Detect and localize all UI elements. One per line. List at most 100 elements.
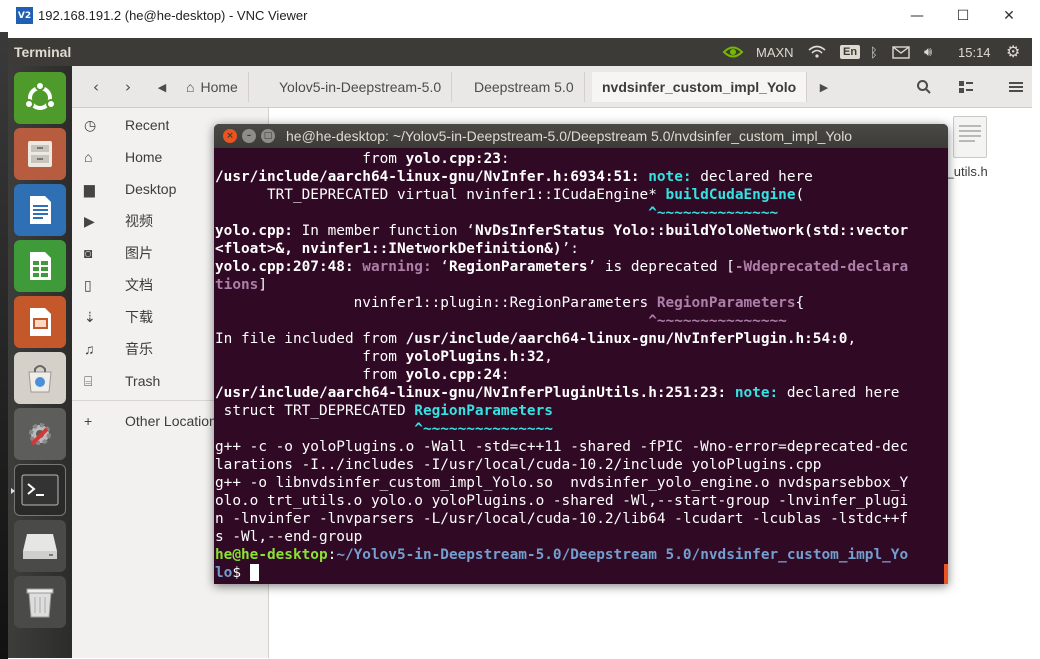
terminal-text: yolo.cpp: [215, 223, 293, 239]
file-icon[interactable] [953, 116, 987, 158]
power-mode-indicator[interactable]: MAXN [756, 38, 794, 66]
settings-icon [29, 423, 51, 446]
terminal-text: NvDsInferStatus Yolo::buildYoloNetwork(s… [474, 223, 909, 239]
running-indicator [11, 488, 16, 494]
terminal-text: ^~~~~~~~~~~~~~~ [648, 205, 779, 221]
terminal-text: from [215, 349, 406, 365]
terminal-text: yolo.cpp:207:48: [215, 259, 354, 275]
terminal-scrollbar[interactable] [944, 564, 948, 584]
hamburger-menu-icon [1009, 82, 1023, 92]
terminal-minimize-button[interactable]: – [242, 129, 256, 143]
spreadsheet-icon [30, 252, 51, 280]
chevron-right-icon: › [125, 78, 131, 96]
menu-button[interactable] [1002, 74, 1030, 100]
download-icon: ⇣ [84, 308, 96, 325]
terminal-line: nvinfer1::plugin::RegionParameters Regio… [215, 294, 943, 312]
home-icon: ⌂ [84, 149, 93, 165]
terminal-text: ~/Yolov5-in-Deepstream-5.0/Deepstream 5.… [336, 547, 909, 563]
minimize-button[interactable]: — [894, 0, 940, 32]
launcher-trash[interactable] [14, 576, 66, 628]
document-icon: ▯ [84, 276, 92, 293]
top-panel: Terminal MAXN En ᛒ 🔊︎ 15:14 ⚙ [8, 38, 1032, 66]
terminal-line: s -Wl,--end-group [215, 528, 943, 546]
launcher-impress[interactable] [14, 296, 66, 348]
breadcrumb-deepstream[interactable]: Deepstream 5.0 [464, 72, 585, 102]
terminal-text: struct TRT_DEPRECATED [215, 403, 415, 419]
terminal-line: struct TRT_DEPRECATED RegionParameters [215, 402, 943, 420]
terminal-text: from [215, 367, 406, 383]
terminal-text: RegionParameters [656, 295, 796, 311]
breadcrumb-current[interactable]: nvdsinfer_custom_impl_Yolo [592, 72, 808, 102]
terminal-text: { [795, 295, 805, 311]
vnc-window-title: 192.168.191.2 (he@he-desktop) - VNC View… [38, 8, 308, 23]
view-toggle-button[interactable] [952, 74, 980, 100]
terminal-text: RegionParameters [448, 259, 588, 275]
vnc-viewer-window: V2 192.168.191.2 (he@he-desktop) - VNC V… [0, 0, 1040, 659]
terminal-text: TRT_DEPRECATED virtual nvinfer1::ICudaEn… [215, 187, 666, 203]
launcher-dash[interactable] [14, 72, 66, 124]
home-icon: ⌂ [186, 79, 195, 95]
nvidia-icon [722, 46, 744, 58]
breadcrumb-home[interactable]: ⌂ Home [176, 72, 249, 102]
bluetooth-indicator[interactable]: ᛒ [870, 38, 878, 66]
terminal-line: yolo.cpp:207:48: warning: ‘RegionParamet… [215, 258, 943, 276]
volume-indicator[interactable]: 🔊︎ [924, 38, 932, 66]
terminal-text: g++ -c -o yoloPlugins.o -Wall -std=c++11… [215, 439, 909, 455]
nvidia-indicator[interactable] [722, 38, 744, 66]
text-file-icon [959, 125, 981, 142]
launcher-settings[interactable] [14, 408, 66, 460]
terminal-maximize-button[interactable]: □ [261, 129, 275, 143]
terminal-text: $ [232, 565, 250, 581]
recent-icon: ◷ [84, 116, 97, 133]
launcher-writer[interactable] [14, 184, 66, 236]
forward-button[interactable]: › [114, 74, 142, 100]
breadcrumb-yolov5[interactable]: Yolov5-in-Deepstream-5.0 [269, 72, 453, 102]
terminal-text: ^~~~~~~~~~~~~~~~ [414, 421, 553, 437]
document-writer-icon [30, 196, 51, 224]
keyboard-layout-indicator[interactable]: En [840, 38, 861, 66]
launcher-drive[interactable] [14, 520, 66, 572]
launcher-files[interactable] [14, 128, 66, 180]
clock[interactable]: 15:14 [958, 38, 991, 66]
system-menu[interactable]: ⚙ [1006, 38, 1020, 66]
terminal-line: from yolo.cpp:24: [215, 366, 943, 384]
terminal-line: ^~~~~~~~~~~~~~~ [215, 204, 943, 222]
mail-indicator[interactable] [892, 38, 910, 66]
terminal-text: In file included from [215, 331, 406, 347]
terminal-close-button[interactable]: × [223, 129, 237, 143]
launcher-calc[interactable] [14, 240, 66, 292]
music-icon: ♫ [84, 341, 95, 357]
terminal-text: note: [734, 385, 779, 401]
back-button[interactable]: ‹ [82, 74, 110, 100]
maximize-button[interactable]: ☐ [940, 0, 986, 32]
terminal-text: declared here [778, 385, 900, 401]
close-button[interactable]: ✕ [986, 0, 1032, 32]
terminal-text: yolo.cpp:23 [405, 151, 501, 167]
search-button[interactable] [910, 74, 938, 100]
language-icon: En [840, 45, 861, 59]
terminal-window[interactable]: × – □ he@he-desktop: ~/Yolov5-in-Deepstr… [214, 124, 948, 584]
terminal-output[interactable]: from yolo.cpp:23:/usr/include/aarch64-li… [215, 150, 943, 582]
terminal-line: from yolo.cpp:23: [215, 150, 943, 168]
chevron-left-icon: ‹ [93, 78, 99, 96]
launcher [8, 66, 72, 658]
terminal-line: n -lnvinfer -lnvparsers -L/usr/local/cud… [215, 510, 943, 528]
minimize-icon: — [910, 8, 924, 24]
close-icon: ✕ [1003, 8, 1015, 24]
launcher-terminal[interactable] [11, 464, 66, 516]
terminal-text: g++ -o libnvdsinfer_custom_impl_Yolo.so … [215, 475, 909, 491]
terminal-line: lo$ [215, 564, 943, 582]
sidebar-item-label: 文档 [125, 277, 153, 293]
remote-desktop[interactable]: Terminal MAXN En ᛒ 🔊︎ 15:14 ⚙ ‹ › ◀ ⌂ Ho… [8, 38, 1032, 658]
volume-icon: 🔊︎ [924, 44, 933, 59]
sidebar-item-label: 图片 [125, 245, 153, 261]
wifi-indicator[interactable] [808, 38, 826, 66]
breadcrumb-scroll-left[interactable]: ◀ [154, 74, 170, 100]
terminal-line: he@he-desktop:~/Yolov5-in-Deepstream-5.0… [215, 546, 943, 564]
terminal-text: , [847, 331, 857, 347]
breadcrumb-scroll-right[interactable]: ▶ [816, 74, 832, 100]
gear-icon: ⚙ [1006, 44, 1021, 61]
breadcrumb-label: nvdsinfer_custom_impl_Yolo [602, 79, 797, 95]
launcher-software[interactable] [14, 352, 66, 404]
